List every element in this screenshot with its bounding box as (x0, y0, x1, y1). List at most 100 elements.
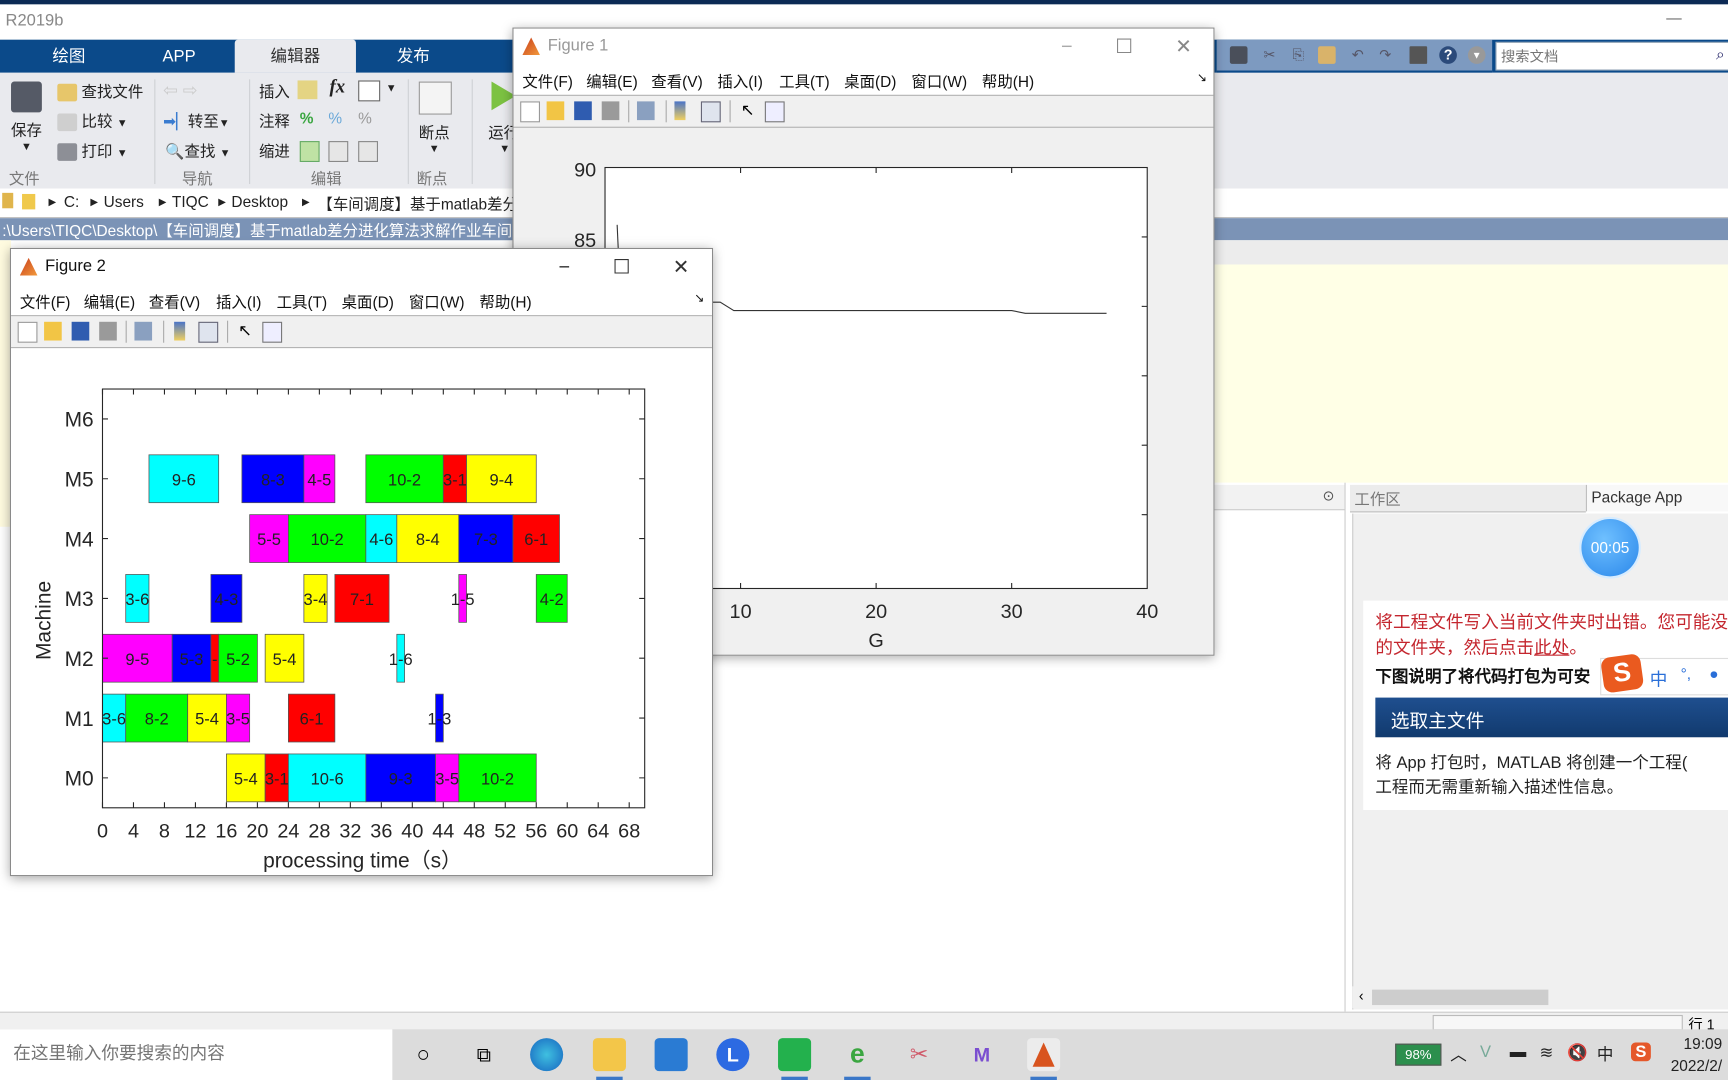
tray-app-icon[interactable]: V (1480, 1043, 1491, 1062)
package-app-tab[interactable]: Package App (1585, 484, 1728, 512)
matlab-icon[interactable] (1027, 1038, 1061, 1072)
panel-menu-icon[interactable]: ⊙ (1322, 487, 1334, 505)
scissors-app-icon[interactable]: ✂ (903, 1038, 936, 1071)
outdent-icon[interactable] (358, 141, 378, 162)
indent-icon[interactable] (328, 141, 349, 162)
print-icon[interactable] (601, 101, 620, 121)
scrollbar-thumb[interactable] (1372, 989, 1549, 1006)
save-dropdown-icon[interactable]: ▼ (21, 141, 32, 153)
paste-icon[interactable] (1318, 46, 1336, 64)
wifi-icon[interactable]: ≋ (1540, 1043, 1554, 1063)
ime-indicator[interactable]: 中 (1597, 1043, 1614, 1066)
crumb-user[interactable]: TIQC (172, 193, 209, 211)
breakpoints-button[interactable]: 断点 (419, 121, 450, 143)
figure2-close-button[interactable]: ✕ (661, 253, 701, 279)
dropdown-icon[interactable]: ▼ (499, 143, 510, 155)
m-app-icon[interactable]: M (965, 1038, 998, 1071)
menu-edit[interactable]: 编辑(E) (84, 291, 135, 313)
taskbar-search-input[interactable] (0, 1029, 391, 1080)
cut-icon[interactable]: ✂ (1261, 46, 1279, 64)
wrap-comment-icon[interactable]: % (358, 109, 372, 127)
menu-window[interactable]: 窗口(W) (911, 71, 967, 93)
link-icon[interactable] (134, 321, 153, 341)
file-explorer-icon[interactable] (592, 1038, 626, 1072)
insert-function-icon[interactable] (358, 80, 381, 102)
editor-area[interactable] (1212, 264, 1728, 483)
ime-mode[interactable]: 中 (1650, 665, 1668, 691)
print-button[interactable]: 打印 ▼ (57, 140, 128, 162)
mail-icon[interactable] (654, 1038, 688, 1072)
ie-icon[interactable]: e (841, 1038, 874, 1071)
undo-icon[interactable]: ↶ (1349, 46, 1367, 64)
expand-icon[interactable]: ▼ (1467, 46, 1486, 64)
menu-insert[interactable]: 插入(I) (216, 291, 261, 313)
link-icon[interactable] (636, 101, 655, 121)
copy-icon[interactable]: ⎘ (1289, 46, 1307, 64)
back-icon[interactable]: ⇦ ⇨ (163, 79, 197, 101)
tab-plots[interactable]: 绘图 (22, 40, 116, 73)
figure2-title-bar[interactable]: Figure 2 − ☐ ✕ (11, 249, 712, 287)
dock-icon[interactable]: ↘ (694, 291, 704, 305)
goto-button[interactable]: ➡▏转至▼ (163, 110, 230, 132)
figure2-maximize-button[interactable]: ☐ (602, 253, 642, 279)
show-hidden-icons[interactable]: ︿ (1450, 1043, 1467, 1066)
recording-timer[interactable]: 00:05 (1581, 519, 1639, 577)
find-button[interactable]: 🔍查找 ▼ (165, 140, 230, 162)
colorbar-icon[interactable] (674, 101, 686, 121)
menu-file[interactable]: 文件(F) (20, 291, 71, 313)
menu-desktop[interactable]: 桌面(D) (342, 291, 394, 313)
legend-icon[interactable] (198, 321, 219, 343)
tab-apps[interactable]: APP (127, 40, 232, 73)
pointer-icon[interactable]: ↖ (238, 322, 256, 341)
figure2-minimize-button[interactable]: − (544, 253, 584, 279)
menu-tools[interactable]: 工具(T) (779, 71, 830, 93)
figure1-close-button[interactable]: ✕ (1164, 33, 1204, 59)
menu-desktop[interactable]: 桌面(D) (844, 71, 896, 93)
wechat-icon[interactable] (778, 1038, 812, 1072)
cortana-icon[interactable]: ○ (407, 1038, 440, 1071)
menu-file[interactable]: 文件(F) (522, 71, 573, 93)
dock-icon[interactable]: ↘ (1197, 71, 1207, 85)
new-figure-icon[interactable] (17, 321, 38, 343)
workspace-header[interactable]: 工作区 (1349, 484, 1586, 513)
edge-icon[interactable] (530, 1038, 564, 1072)
figure1-minimize-button[interactable]: − (1047, 33, 1087, 59)
menu-view[interactable]: 查看(V) (651, 71, 702, 93)
save-icon[interactable] (71, 321, 90, 341)
smart-indent-icon[interactable] (299, 141, 320, 162)
save-button[interactable]: 保存 (11, 119, 42, 141)
find-files-button[interactable]: 查找文件 (57, 80, 143, 102)
pointer-icon[interactable]: ↖ (741, 101, 759, 120)
crumb-users[interactable]: Users (104, 193, 144, 211)
colorbar-icon[interactable] (174, 321, 186, 341)
search-icon[interactable]: ⌕ (1716, 45, 1725, 64)
menu-help[interactable]: 帮助(H) (982, 71, 1034, 93)
folder-up-icon[interactable] (2, 192, 14, 209)
property-editor-icon[interactable] (262, 321, 283, 343)
volume-muted-icon[interactable]: 🔇 (1567, 1043, 1588, 1063)
battery-indicator[interactable]: 98% (1395, 1043, 1442, 1066)
menu-window[interactable]: 窗口(W) (409, 291, 465, 313)
battery-icon[interactable]: ▬ (1510, 1043, 1527, 1062)
uncomment-icon[interactable]: % (328, 109, 342, 127)
comment-button[interactable]: % (300, 109, 314, 127)
open-icon[interactable] (44, 321, 62, 341)
select-main-file-header[interactable]: 选取主文件 (1375, 697, 1728, 738)
menu-insert[interactable]: 插入(I) (717, 71, 762, 93)
switch-windows-icon[interactable] (1409, 46, 1428, 64)
crumb-drive[interactable]: C: (64, 193, 79, 211)
doc-search-input[interactable] (1496, 42, 1708, 70)
task-view-icon[interactable]: ⧉ (467, 1038, 500, 1071)
menu-view[interactable]: 查看(V) (149, 291, 200, 313)
save-icon[interactable] (11, 81, 42, 113)
l-app-icon[interactable]: L (716, 1038, 750, 1072)
scroll-left-icon[interactable]: ‹ (1359, 987, 1364, 1004)
new-figure-icon[interactable] (520, 101, 540, 123)
tab-publish[interactable]: 发布 (364, 40, 463, 73)
compare-button[interactable]: 比较 ▼ (57, 110, 128, 132)
menu-tools[interactable]: 工具(T) (277, 291, 328, 313)
dropdown-icon[interactable]: ▼ (386, 83, 397, 95)
sogou-icon[interactable]: S (1600, 653, 1645, 694)
clock[interactable]: 19:09 2022/2/ (1671, 1033, 1722, 1077)
sogou-tray-icon[interactable]: S (1631, 1042, 1651, 1062)
